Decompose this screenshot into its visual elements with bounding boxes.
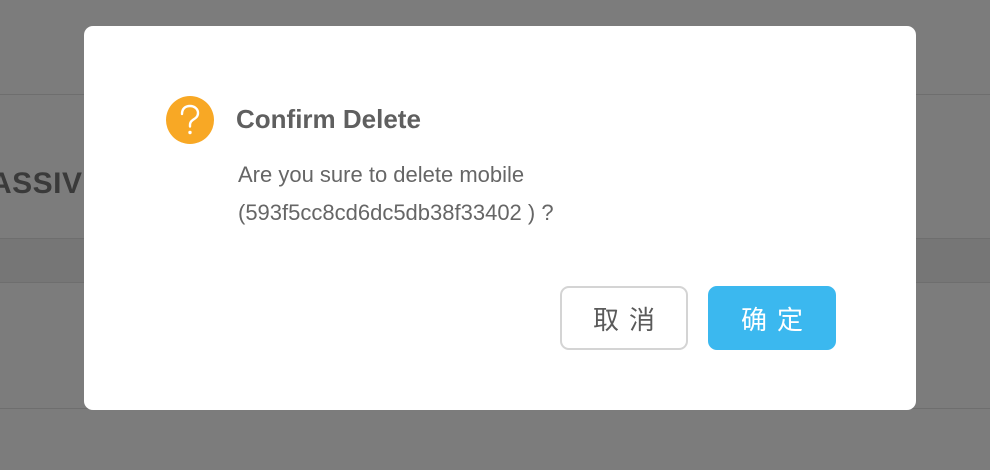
confirm-button[interactable]: 确定	[708, 286, 836, 350]
background-page-heading: ASSIV	[0, 167, 83, 200]
dialog-message: Are you sure to delete mobile (593f5cc8c…	[238, 156, 838, 232]
dialog-title: Confirm Delete	[236, 104, 421, 134]
cancel-button[interactable]: 取消	[560, 286, 688, 350]
confirm-delete-dialog: Confirm Delete Are you sure to delete mo…	[84, 26, 916, 410]
dialog-message-line: Are you sure to delete mobile	[238, 162, 525, 187]
question-circle-icon	[166, 96, 214, 144]
dialog-message-line: (593f5cc8cd6dc5db38f33402 ) ?	[238, 200, 554, 225]
